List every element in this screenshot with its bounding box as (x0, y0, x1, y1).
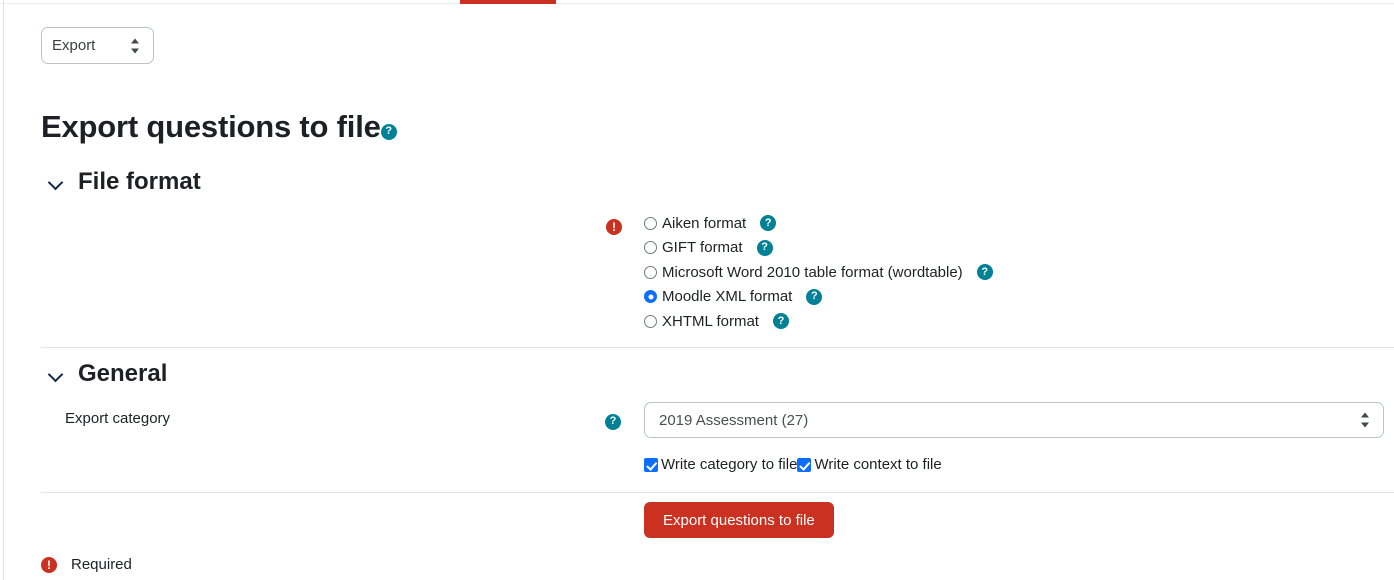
tab-strip-rule (0, 3, 1394, 4)
help-circle-icon-gift[interactable]: ? (756, 239, 773, 256)
required-legend: ! Required (41, 556, 132, 573)
write-options-checkbox-row: Write category to file Write context to … (644, 456, 942, 473)
radio-option-wordtable[interactable]: Microsoft Word 2010 table format (wordta… (644, 260, 993, 285)
help-circle-icon-xhtml[interactable]: ? (772, 313, 789, 330)
radio-label-xhtml: XHTML format (662, 312, 759, 330)
checkbox-write-context-to-file[interactable] (797, 457, 812, 472)
radio-option-moodle-xml[interactable]: Moodle XML format ? (644, 285, 993, 310)
radio-input-aiken[interactable] (644, 216, 657, 230)
checkbox-label-write-category-to-file[interactable]: Write category to file (661, 456, 797, 473)
exclamation-circle-icon: ! (41, 556, 57, 573)
help-circle-icon-moodle-xml[interactable]: ? (806, 288, 823, 305)
export-category-label: Export category (65, 410, 171, 427)
section-divider-top (41, 347, 1394, 348)
required-marker-file-format: ! (606, 218, 622, 236)
exclamation-circle-icon: ! (606, 219, 622, 235)
updown-arrows-icon (130, 38, 139, 53)
export-questions-submit-button[interactable]: Export questions to file (644, 502, 834, 538)
radio-option-gift[interactable]: GIFT format ? (644, 236, 993, 261)
help-circle-icon-aiken[interactable]: ? (760, 215, 777, 232)
page-title-text: Export questions to file (41, 108, 381, 144)
radio-label-gift: GIFT format (662, 239, 743, 257)
radio-option-xhtml[interactable]: XHTML format ? (644, 309, 993, 334)
radio-option-aiken[interactable]: Aiken format ? (644, 211, 993, 236)
action-select-wrapper: Export (41, 27, 154, 64)
page-left-gutter (3, 0, 4, 580)
radio-input-gift[interactable] (644, 241, 657, 255)
help-circle-icon-export-category[interactable]: ? (605, 413, 621, 430)
radio-input-wordtable[interactable] (644, 265, 657, 279)
tab-strip (0, 0, 1394, 4)
checkbox-write-category-to-file[interactable] (644, 457, 658, 472)
radio-label-moodle-xml: Moodle XML format (662, 288, 793, 306)
section-header-file-format[interactable]: File format (48, 168, 201, 196)
radio-label-wordtable: Microsoft Word 2010 table format (wordta… (662, 263, 963, 281)
file-format-radio-group: Aiken format ? GIFT format ? Microsoft W… (644, 211, 993, 334)
action-select-value: Export (52, 37, 96, 54)
chevron-down-icon (48, 174, 64, 190)
radio-input-xhtml[interactable] (644, 314, 657, 328)
section-title-general: General (78, 360, 168, 387)
export-category-value: 2019 Assessment (27) (659, 411, 809, 429)
checkbox-label-write-context-to-file[interactable]: Write context to file (814, 456, 941, 473)
active-tab-indicator (460, 0, 556, 4)
action-select[interactable]: Export (41, 27, 154, 64)
section-title-file-format: File format (78, 168, 201, 195)
radio-label-aiken: Aiken format (662, 214, 747, 232)
export-category-select[interactable]: 2019 Assessment (27) (644, 402, 1384, 438)
page-title: Export questions to file ? (41, 109, 397, 145)
chevron-down-icon (48, 366, 64, 382)
help-circle-icon-wordtable[interactable]: ? (976, 264, 993, 281)
help-circle-icon[interactable]: ? (380, 123, 397, 140)
required-legend-label: Required (71, 556, 132, 573)
radio-input-moodle-xml[interactable] (644, 290, 657, 304)
updown-arrows-icon (1360, 412, 1369, 428)
section-divider-bottom (41, 492, 1394, 493)
section-header-general[interactable]: General (48, 360, 167, 388)
export-category-help-wrapper: ? (605, 411, 621, 430)
